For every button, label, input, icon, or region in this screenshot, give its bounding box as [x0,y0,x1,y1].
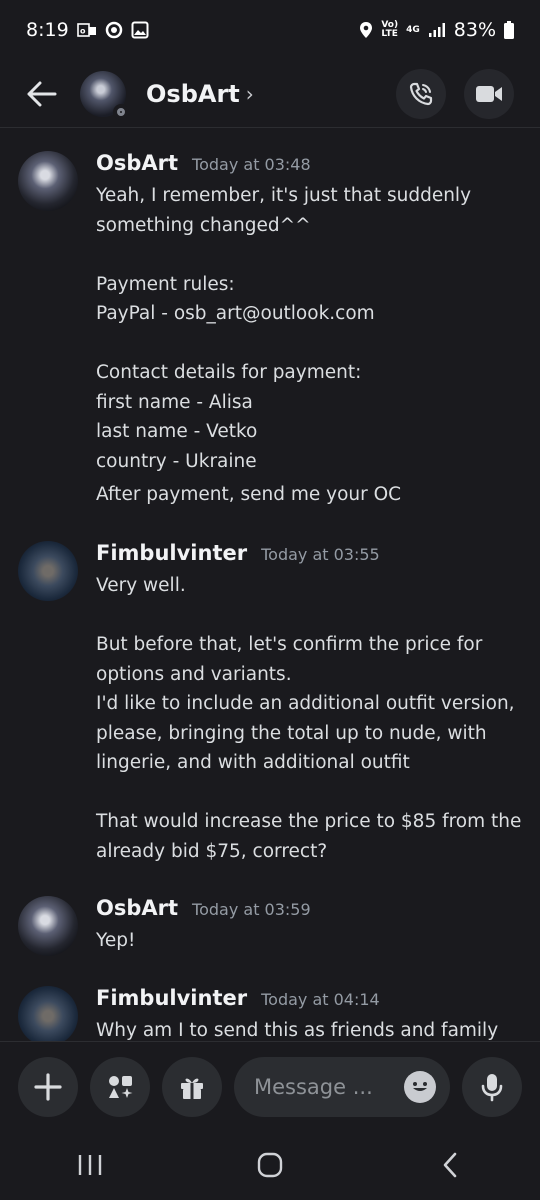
circle-app-icon [105,21,123,39]
message-line: first name - Alisa [96,391,253,413]
message-line: Yep! [96,930,136,951]
battery-icon [504,21,514,39]
channel-title[interactable]: OsbArt [146,80,240,108]
plus-icon [34,1073,62,1101]
message-timestamp: Today at 03:59 [192,900,311,919]
voice-message-button[interactable] [462,1057,522,1117]
message-timestamp: Today at 04:14 [261,990,380,1009]
back-icon [443,1152,457,1178]
signal-icon [428,22,446,38]
battery-percent: 83% [453,19,496,41]
home-button[interactable] [240,1140,300,1190]
message-line: country - Ukraine [96,450,257,472]
message-placeholder: Message ... [254,1075,373,1099]
add-attachment-button[interactable] [18,1057,78,1117]
apps-icon [109,1076,133,1098]
status-time: 8:19 [26,19,69,41]
message-author[interactable]: Fimbulvinter [96,986,247,1010]
message-line: last name - Vetko [96,421,258,442]
message-composer: Message ... [0,1041,540,1130]
svg-text:o: o [80,27,86,36]
avatar[interactable] [18,541,78,601]
message-list[interactable]: OsbArt Today at 03:48 Yeah, I remember, … [0,129,540,1041]
message-input[interactable]: Message ... [234,1057,450,1117]
chat-header: OsbArt › [0,60,540,128]
location-icon [359,21,373,39]
chevron-right-icon[interactable]: › [246,82,254,106]
nav-back-button[interactable] [420,1140,480,1190]
gift-button[interactable] [162,1057,222,1117]
recents-button[interactable] [60,1140,120,1190]
offline-status-icon [113,103,129,120]
message-line: options and variants. [96,663,292,685]
network-label: 4G [406,24,420,35]
recents-icon [78,1155,102,1175]
message-timestamp: Today at 03:48 [192,155,311,174]
message-line: Payment rules: [96,273,235,295]
message-line: something changed^^ [96,214,311,236]
avatar[interactable] [18,896,78,956]
gift-icon [181,1078,203,1099]
message-line: already bid $75, correct? [96,840,328,862]
message-author[interactable]: Fimbulvinter [96,541,247,565]
message-line: I'd like to include an additional outfit… [96,693,515,714]
message-line: Yeah, I remember, it's just that suddenl… [96,185,472,206]
back-button[interactable] [22,74,62,114]
message-line: please, bringing the total up to nude, w… [96,722,487,744]
message-line: After payment, send me your OC [96,484,402,505]
video-icon [476,85,502,102]
message-timestamp: Today at 03:55 [261,545,380,564]
message-line: That would increase the price to $85 fro… [96,811,522,832]
header-avatar[interactable] [80,70,129,120]
message-line: But before that, let's confirm the price… [96,634,483,655]
gallery-icon [131,21,149,39]
system-nav-bar [0,1130,540,1200]
home-icon [257,1152,283,1178]
apps-button[interactable] [90,1057,150,1117]
call-icon [409,82,433,105]
avatar[interactable] [18,151,78,211]
message-line: lingerie, and with additional outfit [96,752,410,773]
arrow-left-icon [27,81,57,106]
message-line: Contact details for payment: [96,362,362,383]
message-author[interactable]: OsbArt [96,896,178,920]
outlook-icon: o [76,22,97,38]
message-line: Very well. [96,575,186,596]
avatar[interactable] [18,986,78,1041]
microphone-icon [481,1074,503,1102]
voice-call-button[interactable] [396,68,446,119]
status-bar: 8:19 o Vo) LTE 4G 83% [0,0,540,60]
emoji-icon[interactable] [404,1071,436,1103]
message-line: PayPal - osb_art@outlook.com [96,303,375,324]
message-line: Why am I to send this as friends and fam… [96,1020,499,1041]
message-author[interactable]: OsbArt [96,151,178,175]
volte-icon: Vo) LTE [381,20,399,39]
video-call-button[interactable] [464,68,514,119]
